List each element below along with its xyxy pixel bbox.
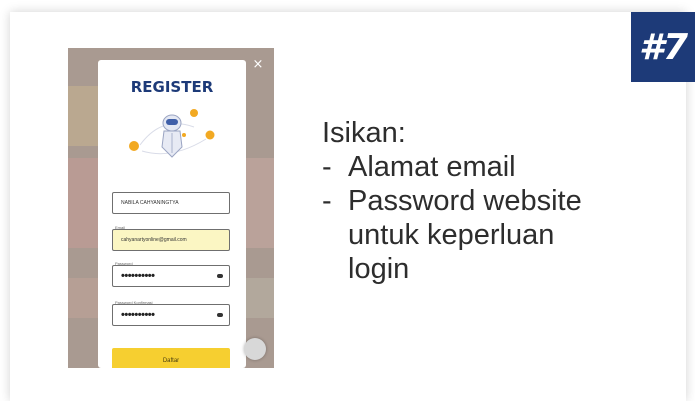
modal-title: REGISTER [130,78,214,96]
password-confirm-value: •••••••••• [121,309,155,321]
instruction-item-text: Password website untuk keperluan login [348,185,582,285]
close-icon[interactable]: × [251,58,265,72]
password-field[interactable]: •••••••••• [112,265,230,287]
instructions-heading: Isikan: [322,117,406,149]
bullet-dash: - [322,185,332,217]
background-page-fragment [246,158,274,248]
instruction-item: - Password website untuk keperluan login [322,184,608,286]
password-confirm-field[interactable]: •••••••••• [112,304,230,326]
register-submit-button[interactable]: Daftar [112,348,230,368]
background-page-fragment [68,158,98,248]
step-badge: #7 [631,12,695,82]
show-password-icon[interactable] [217,274,223,278]
background-page-fragment [68,278,98,318]
background-page-fragment [68,86,98,146]
instruction-item: - Alamat email [322,150,608,184]
robot-illustration-icon [129,109,215,158]
bullet-dash: - [322,151,332,183]
phone-screenshot: × REGISTER NABILA CAHYANINGTYA Email cah… [68,48,274,368]
register-modal: REGISTER NABILA CAHYANINGTYA Email cahya… [98,60,246,368]
show-password-confirm-icon[interactable] [217,313,223,317]
instruction-item-text: Alamat email [348,151,516,183]
floating-action-button[interactable] [244,338,266,360]
name-field[interactable]: NABILA CAHYANINGTYA [112,192,230,214]
instructions-text: Isikan: - Alamat email - Password websit… [322,116,608,286]
background-page-fragment [246,278,274,318]
password-value: •••••••••• [121,270,155,282]
email-field[interactable]: cahyanartyonline@gmail.com [112,229,230,251]
